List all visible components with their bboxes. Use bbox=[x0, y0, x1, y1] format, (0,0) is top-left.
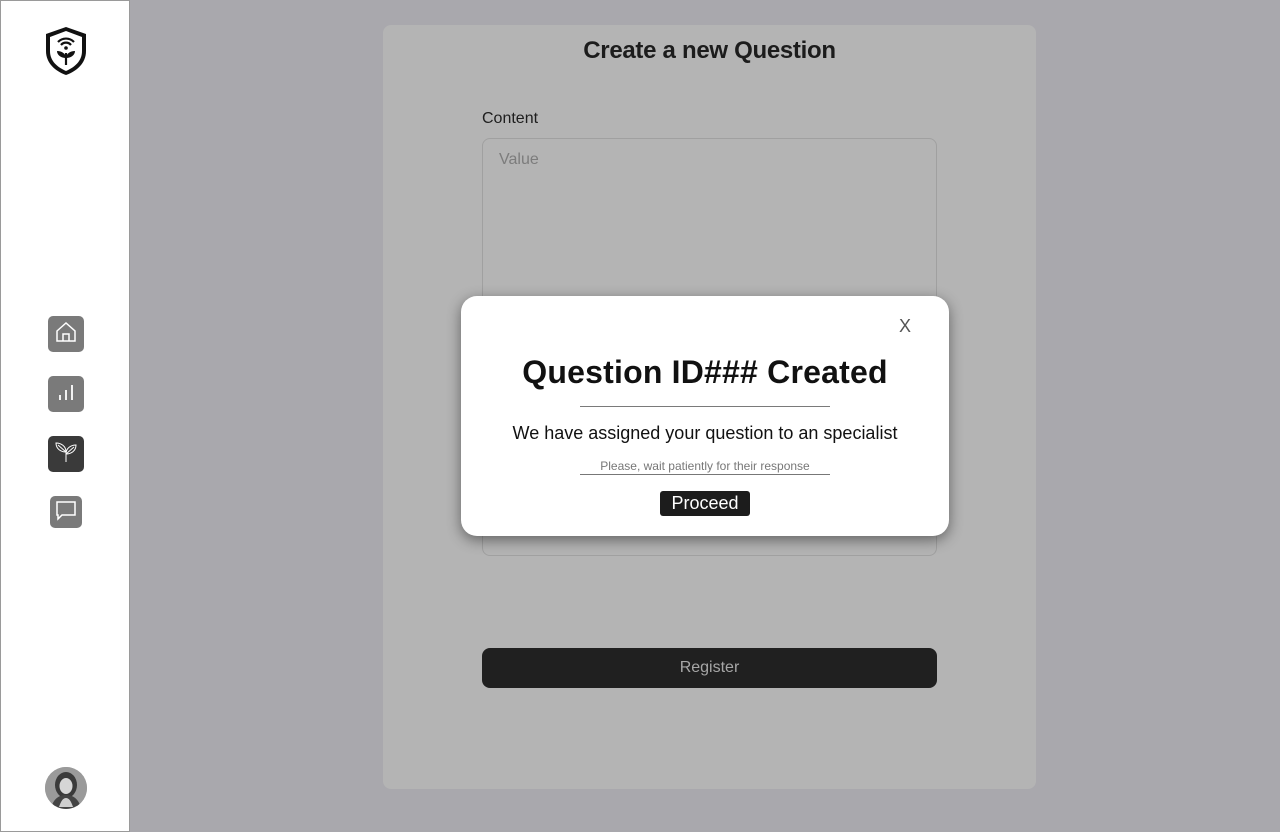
home-icon bbox=[54, 320, 78, 349]
bar-chart-icon bbox=[54, 380, 78, 409]
chat-icon bbox=[54, 498, 78, 527]
modal-divider bbox=[580, 406, 830, 407]
modal-message: We have assigned your question to an spe… bbox=[512, 423, 898, 443]
sidebar bbox=[0, 0, 130, 832]
shield-plant-logo-icon[interactable] bbox=[43, 25, 89, 77]
sidebar-item-plants[interactable] bbox=[48, 436, 84, 472]
sidebar-item-statistics[interactable] bbox=[48, 376, 84, 412]
page-title: Create a new Question bbox=[583, 37, 836, 64]
plant-icon bbox=[52, 438, 80, 471]
close-icon[interactable]: X bbox=[899, 316, 911, 337]
content-label: Content bbox=[482, 110, 539, 127]
question-created-modal: X Question ID### Created We have assigne… bbox=[461, 296, 949, 536]
sidebar-item-home[interactable] bbox=[48, 316, 84, 352]
modal-subtext: Please, wait patiently for their respons… bbox=[580, 459, 830, 475]
proceed-button[interactable]: Proceed bbox=[660, 491, 750, 516]
sidebar-item-messages[interactable] bbox=[50, 496, 82, 528]
content-placeholder: Value bbox=[499, 151, 539, 168]
register-button[interactable]: Register bbox=[482, 648, 937, 688]
avatar[interactable] bbox=[45, 767, 87, 809]
modal-title: Question ID### Created bbox=[522, 354, 888, 390]
